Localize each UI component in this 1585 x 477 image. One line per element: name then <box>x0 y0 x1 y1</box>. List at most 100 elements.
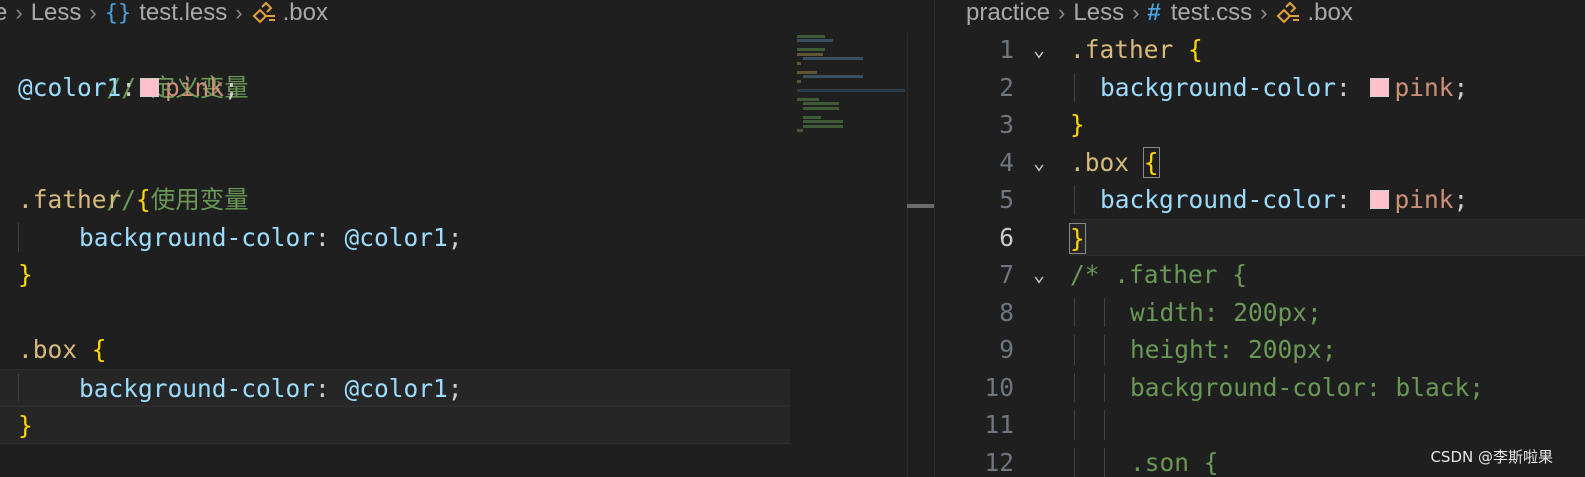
comment-text: background-color: black; <box>1130 372 1485 402</box>
property: background-color <box>1100 72 1337 102</box>
chevron-right-icon: › <box>235 0 243 25</box>
indent-guide <box>1074 335 1075 365</box>
watermark: CSDN @李斯啦果 <box>1430 448 1553 466</box>
indent-guide <box>1104 372 1105 402</box>
indent-guide <box>1074 410 1075 440</box>
line-number-gutter: 1 2 3 4 5 6 7 8 9 10 11 12 <box>935 31 1025 477</box>
breadcrumb-symbol[interactable]: .box <box>1307 0 1352 27</box>
semicolon: ; <box>1453 185 1469 214</box>
variable-name: @color1 <box>18 72 122 102</box>
breadcrumb-partial-folder[interactable]: e <box>0 0 7 27</box>
indent-guide <box>1074 372 1075 402</box>
code-line: background-color: pink; <box>1070 69 1585 107</box>
code-line: background-color: @color1; <box>0 219 935 257</box>
code-line: background-color: black; <box>1070 369 1585 407</box>
selector-box: .box <box>1070 147 1144 177</box>
line-number: 12 <box>984 447 1014 477</box>
fold-chevron-icon[interactable]: ⌄ <box>1033 144 1055 182</box>
code-line: width: 200px; <box>1070 294 1585 332</box>
close-brace: } <box>1070 110 1085 139</box>
chevron-right-icon: › <box>1058 0 1066 25</box>
indent-guide <box>1074 185 1075 215</box>
selector-father: .father <box>1070 35 1189 64</box>
colon: : <box>121 72 137 102</box>
line-number-active: 6 <box>999 222 1014 252</box>
code-line: /* .father { <box>1070 256 1585 294</box>
less-code-area[interactable]: // 定义变量 @color1: pink; // 使用变量 .father { … <box>0 31 935 444</box>
indent-guide <box>1104 297 1105 327</box>
variable-ref: @color1 <box>344 222 448 252</box>
open-brace-matched: { <box>1142 146 1160 178</box>
right-breadcrumb: practice › Less › # test.css › .box <box>966 0 1353 26</box>
close-brace-matched: } <box>1069 222 1086 254</box>
line-number: 11 <box>984 410 1014 439</box>
code-line: .father { <box>0 181 935 219</box>
code-line: background-color: pink; <box>1070 181 1585 219</box>
colon: : <box>1336 72 1366 102</box>
breadcrumb-folder-less[interactable]: Less <box>31 0 82 27</box>
code-line-current: } <box>1069 218 1585 256</box>
fold-chevron-icon[interactable]: ⌄ <box>1033 256 1055 294</box>
minimap[interactable] <box>797 33 907 133</box>
colon: : <box>315 373 345 403</box>
css-lines: .father { background-color: pink; } .box… <box>1069 31 1585 477</box>
colon: : <box>1336 185 1366 214</box>
indent-guide <box>1104 410 1105 440</box>
less-editor-pane[interactable]: e › Less › {} test.less › .box // 定义变量 @… <box>0 0 935 477</box>
line-number: 2 <box>999 72 1014 102</box>
variable-ref: @color1 <box>344 373 448 403</box>
comment-text: height: 200px; <box>1130 335 1337 364</box>
code-line: .father { <box>1070 31 1585 69</box>
close-brace: } <box>18 411 33 440</box>
indent-guide <box>1074 72 1075 102</box>
css-file-icon: # <box>1147 0 1161 26</box>
open-brace: { <box>91 335 107 364</box>
code-line: } <box>0 406 790 444</box>
open-brace: { <box>136 185 151 214</box>
semicolon: ; <box>447 222 463 252</box>
breadcrumb-file[interactable]: test.css <box>1171 0 1252 27</box>
chevron-right-icon: › <box>1132 0 1140 25</box>
code-line: @color1: pink; <box>0 69 935 107</box>
scrollbar-thumb[interactable] <box>907 204 934 208</box>
breadcrumb-file[interactable]: test.less <box>139 0 227 27</box>
property: background-color <box>79 373 316 403</box>
vertical-scrollbar[interactable] <box>907 33 935 477</box>
chevron-right-icon: › <box>89 0 97 25</box>
color-swatch[interactable] <box>1369 190 1389 209</box>
indent-guide <box>1074 447 1075 477</box>
block-comment: /* .father { <box>1070 260 1248 289</box>
line-number: 4 <box>999 147 1014 177</box>
line-number: 3 <box>999 110 1014 139</box>
indent-guide <box>1104 335 1105 365</box>
chevron-right-icon: › <box>1260 0 1268 25</box>
code-line: // 定义变量 <box>0 31 935 102</box>
css-editor-pane[interactable]: practice › Less › # test.css › .box 1 2 … <box>935 0 1585 477</box>
line-number: 7 <box>999 260 1014 289</box>
comment-text: width: 200px; <box>1130 297 1322 327</box>
indent-guide <box>1104 447 1105 477</box>
left-breadcrumb: e › Less › {} test.less › .box <box>0 0 328 26</box>
indent-guide <box>18 222 19 252</box>
indent-guide <box>1074 297 1075 327</box>
indent-guide <box>18 373 19 401</box>
open-brace: { <box>1188 35 1203 64</box>
semicolon: ; <box>447 373 463 403</box>
less-file-icon: {} <box>104 0 132 26</box>
class-symbol-icon <box>1277 2 1300 24</box>
line-number: 8 <box>999 297 1014 327</box>
breadcrumb-symbol[interactable]: .box <box>283 0 328 27</box>
code-line-current: background-color: @color1; <box>0 368 790 406</box>
breadcrumb-folder-practice[interactable]: practice <box>966 0 1050 27</box>
class-symbol-icon <box>252 2 275 24</box>
property: background-color <box>79 222 316 252</box>
line-number: 5 <box>999 185 1014 214</box>
color-swatch[interactable] <box>140 77 160 97</box>
value: pink <box>1394 185 1454 214</box>
comment-text: .son { <box>1130 447 1219 477</box>
code-line: } <box>1070 106 1585 144</box>
color-swatch[interactable] <box>1369 77 1389 97</box>
code-line: .box { <box>0 331 935 369</box>
fold-chevron-icon[interactable]: ⌄ <box>1033 31 1055 69</box>
breadcrumb-folder-less[interactable]: Less <box>1073 0 1124 27</box>
